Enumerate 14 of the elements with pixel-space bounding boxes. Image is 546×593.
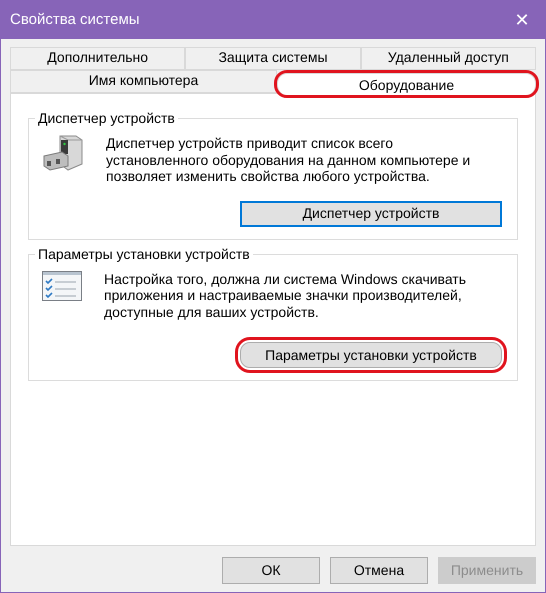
checklist-icon xyxy=(42,270,82,300)
dialog-button[interactable]: Отмена xyxy=(330,557,428,584)
tab[interactable]: Имя компьютера xyxy=(10,70,277,93)
computer-device-icon xyxy=(42,134,84,172)
description-text: Настройка того, должна ли система Windows скачивать приложения и настраиваемые значки производителей, доступные для ваших устройств. xyxy=(104,270,468,320)
tab[interactable]: Оборудование xyxy=(277,73,536,95)
tab[interactable]: Защита системы xyxy=(185,47,361,70)
description-text: Диспетчер устройств приводит список всего установленного оборудования на данном компьютере и позволяет изменить свойства любого устройства. xyxy=(106,134,472,184)
close-button[interactable]: ✕ xyxy=(499,1,545,39)
tab[interactable]: Удаленный доступ xyxy=(360,47,536,70)
device-button[interactable]: Диспетчер устройств xyxy=(240,200,502,226)
window-title: Свойства системы xyxy=(10,10,140,30)
tab[interactable]: Дополнительно xyxy=(10,47,186,70)
dialog-button[interactable]: ОК xyxy=(222,557,320,584)
